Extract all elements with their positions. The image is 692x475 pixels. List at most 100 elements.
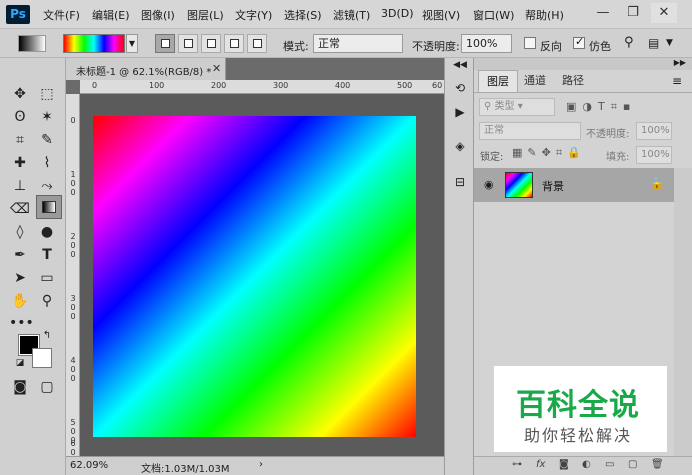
blur-tool-icon[interactable]: ◊ [9, 221, 31, 243]
reflected-gradient-button[interactable] [224, 34, 244, 53]
layer-row[interactable]: ◉ 背景 🔒 [474, 168, 674, 202]
lasso-tool-icon[interactable]: ʘ [9, 106, 31, 128]
clone-stamp-icon[interactable]: ⊥ [9, 175, 31, 197]
layer-filter-select[interactable]: ⚲ 类型 ▾ [479, 98, 555, 116]
collapse-arrows-icon[interactable]: ◀◀ [450, 58, 470, 72]
layer-name[interactable]: 背景 [542, 178, 564, 194]
ruler-label: 1 0 0 [70, 170, 76, 197]
menu-3d[interactable]: 3D(D) [381, 7, 414, 20]
more-tools-icon[interactable]: ••• [9, 312, 34, 334]
dodge-tool-icon[interactable]: ● [36, 221, 58, 243]
horizontal-ruler: 0 100 200 300 400 500 60 [80, 80, 444, 94]
chevron-right-icon[interactable]: › [259, 459, 263, 470]
crop-tool-icon[interactable]: ⌗ [9, 129, 31, 151]
eraser-tool-icon[interactable]: ⌫ [9, 198, 31, 220]
menu-help[interactable]: 帮助(H) [525, 7, 564, 23]
type-tool-icon[interactable]: T [36, 244, 58, 266]
menu-layer[interactable]: 图层(L) [187, 7, 224, 23]
layer-opacity-input[interactable]: 100% [636, 122, 672, 140]
gradient-tool-icon[interactable] [36, 195, 62, 219]
menu-filter[interactable]: 滤镜(T) [333, 7, 370, 23]
quick-mask-icon[interactable]: ◙ [9, 376, 31, 398]
lock-label: 锁定: [480, 152, 504, 163]
chevron-down-icon[interactable]: ▼ [126, 34, 138, 53]
screen-mode-icon[interactable]: ▢ [36, 376, 58, 398]
magic-wand-icon[interactable]: ✶ [36, 106, 58, 128]
ruler-label: 100 [149, 81, 165, 90]
zoom-tool-icon[interactable]: ⚲ [36, 290, 58, 312]
fx-icon[interactable]: fx [536, 459, 545, 470]
menu-select[interactable]: 选择(S) [284, 7, 322, 23]
brush-tool-icon[interactable]: ⌇ [36, 152, 58, 174]
move-tool-icon[interactable]: ✥ [9, 83, 31, 105]
layer-thumbnail [505, 172, 533, 198]
fill-input[interactable]: 100% [636, 146, 672, 164]
linear-gradient-button[interactable] [155, 34, 175, 53]
angle-gradient-button[interactable] [201, 34, 221, 53]
history-panel-icon[interactable]: ⟲ [450, 78, 470, 98]
adjustment-icon[interactable]: ◐ [582, 459, 591, 470]
blend-mode-select[interactable]: 正常 [479, 122, 581, 140]
tab-channels[interactable]: 通道 [516, 70, 554, 92]
rectangle-tool-icon[interactable]: ▭ [36, 267, 58, 289]
link-icon[interactable]: ⊶ [512, 459, 522, 470]
restore-button[interactable]: ❐ [620, 3, 646, 23]
close-button[interactable]: ✕ [651, 3, 677, 23]
tool-preset-picker[interactable] [18, 35, 46, 52]
collapse-arrows-icon[interactable]: ▶▶ [674, 58, 686, 67]
actions-play-icon[interactable]: ▶ [450, 102, 470, 122]
lock-icons[interactable]: ▦✎✥⌗🔒 [512, 146, 586, 160]
menu-edit[interactable]: 编辑(E) [92, 7, 130, 23]
panel-menu-icon[interactable]: ≡ [672, 74, 682, 88]
close-icon[interactable]: ✕ [212, 62, 221, 75]
document-tab-title: 未标题-1 @ 62.1%(RGB/8) * [76, 67, 212, 78]
menu-view[interactable]: 视图(V) [422, 7, 460, 23]
healing-brush-icon[interactable]: ✚ [9, 152, 31, 174]
swap-colors-icon[interactable]: ↰ [41, 330, 53, 342]
background-color-swatch[interactable] [32, 348, 52, 368]
menu-type[interactable]: 文字(Y) [235, 7, 272, 23]
ruler-label: 0 [70, 116, 76, 125]
gradient-preview[interactable] [63, 34, 125, 53]
menu-window[interactable]: 窗口(W) [473, 7, 514, 23]
ruler-label: 300 [273, 81, 289, 90]
opacity-input[interactable]: 100% [461, 34, 512, 53]
new-layer-icon[interactable]: ▢ [628, 459, 637, 470]
radial-gradient-button[interactable] [178, 34, 198, 53]
menu-file[interactable]: 文件(F) [43, 7, 80, 23]
path-selection-icon[interactable]: ➤ [9, 267, 31, 289]
scrollbar[interactable] [674, 168, 692, 456]
search-icon[interactable]: ⚲ [624, 35, 634, 50]
tab-divider [474, 92, 692, 93]
default-colors-icon[interactable]: ◪ [15, 358, 25, 368]
history-brush-icon[interactable]: ⤳ [36, 175, 58, 197]
menu-image[interactable]: 图像(I) [141, 7, 175, 23]
pen-tool-icon[interactable]: ✒ [9, 244, 31, 266]
diamond-gradient-button[interactable] [247, 34, 267, 53]
reverse-checkbox[interactable] [524, 37, 536, 49]
zoom-level[interactable]: 62.09% [70, 460, 108, 471]
group-icon[interactable]: ▭ [605, 459, 614, 470]
ruler-label: 200 [211, 81, 227, 90]
trash-icon[interactable]: 🗑 [651, 459, 664, 470]
eyedropper-icon[interactable]: ✎ [36, 129, 58, 151]
image-canvas[interactable] [93, 116, 416, 437]
tab-paths[interactable]: 路径 [554, 70, 592, 92]
workspace-icon[interactable]: ▤ [648, 36, 659, 50]
chevron-down-icon[interactable]: ▼ [666, 38, 673, 48]
filter-icons[interactable]: ▣◑T⌗▪ [566, 100, 636, 114]
angle-gradient-icon [207, 39, 216, 48]
ruler-label: 500 [397, 81, 413, 90]
minimize-button[interactable]: — [590, 3, 616, 23]
mask-icon[interactable]: ◙ [559, 459, 569, 470]
marquee-tool-icon[interactable]: ⬚ [36, 83, 58, 105]
mode-select[interactable]: 正常 [313, 34, 403, 53]
tab-layers[interactable]: 图层 [478, 70, 518, 92]
document-tab[interactable]: 未标题-1 @ 62.1%(RGB/8) * ✕ [66, 58, 226, 80]
properties-panel-icon[interactable]: ⊟ [450, 172, 470, 192]
hand-tool-icon[interactable]: ✋ [9, 290, 31, 312]
3d-panel-icon[interactable]: ◈ [450, 136, 470, 156]
ruler-label: 2 0 0 [70, 232, 76, 259]
dither-checkbox[interactable] [573, 35, 585, 49]
eye-icon[interactable]: ◉ [484, 178, 494, 191]
